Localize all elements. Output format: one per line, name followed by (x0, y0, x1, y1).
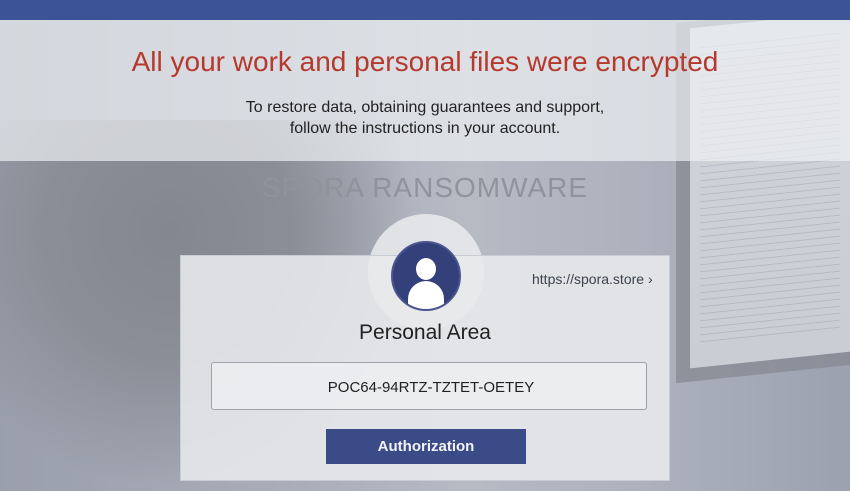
header-band (0, 20, 850, 161)
user-icon (391, 241, 461, 311)
instructions-line-1: To restore data, obtaining guarantees an… (245, 99, 605, 116)
brand-title: SPORA RANSOMWARE (261, 172, 589, 203)
spora-store-link[interactable]: https://spora.store › (532, 271, 653, 287)
instructions-text: To restore data, obtaining guarantees an… (0, 97, 850, 139)
top-bar (0, 0, 850, 20)
authorization-button[interactable]: Authorization (326, 429, 526, 464)
ransom-headline: All your work and personal files were en… (131, 46, 719, 77)
victim-id-field[interactable] (211, 362, 650, 411)
victim-id-input[interactable] (212, 363, 650, 411)
personal-area-title: Personal Area (359, 321, 491, 344)
instructions-line-2: follow the instructions in your account. (289, 120, 561, 137)
